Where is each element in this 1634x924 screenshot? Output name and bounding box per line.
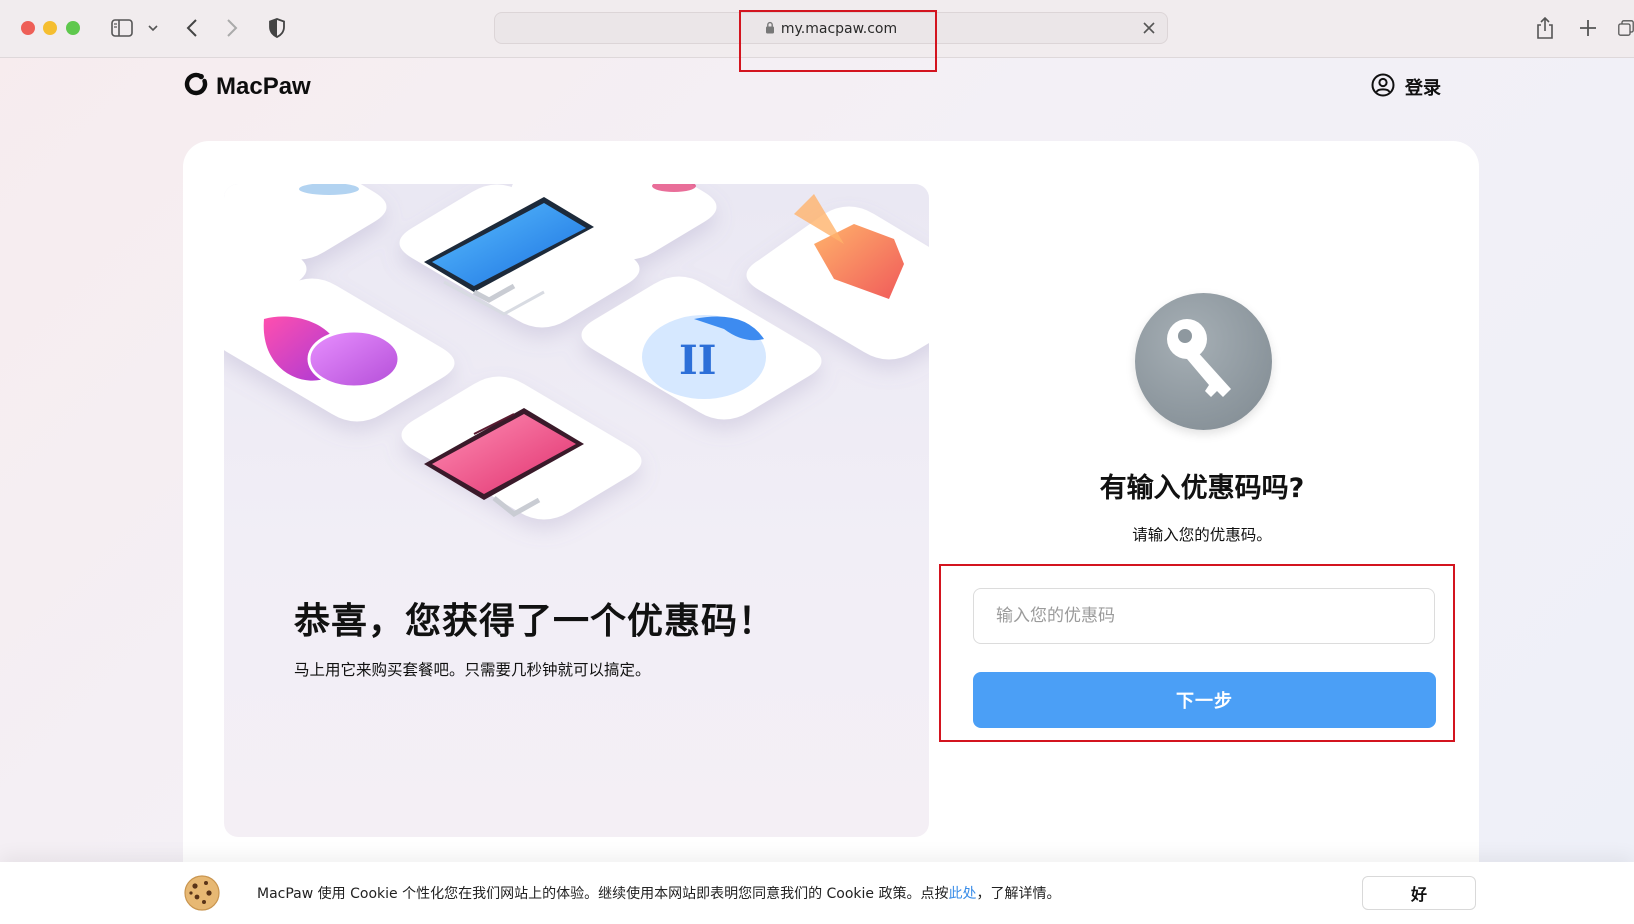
promo-subtitle: 马上用它来购买套餐吧。只需要几秒钟就可以搞定。 <box>294 661 651 679</box>
sidebar-icon[interactable] <box>110 16 134 40</box>
logo-text: MacPaw <box>216 73 311 100</box>
macpaw-logo-icon <box>184 72 208 103</box>
tabs-icon[interactable] <box>1618 16 1634 40</box>
app-icons-illustration: II <box>224 184 929 520</box>
svg-text:II: II <box>679 337 716 384</box>
forward-arrow-icon[interactable] <box>222 16 242 40</box>
promo-title: 恭喜，您获得了一个优惠码！ <box>294 601 776 642</box>
share-icon[interactable] <box>1534 16 1556 40</box>
cookie-learn-more-link[interactable]: 此处 <box>948 883 976 903</box>
cookie-icon <box>182 873 222 917</box>
cookie-ok-button[interactable]: 好 <box>1362 876 1476 910</box>
key-icon <box>1135 293 1272 430</box>
close-icon[interactable] <box>1141 20 1157 40</box>
minimize-window-button[interactable] <box>43 21 57 35</box>
cookie-text-after: ，了解详情。 <box>976 886 1061 902</box>
shield-icon[interactable] <box>267 16 287 40</box>
back-arrow-icon[interactable] <box>182 16 202 40</box>
plus-icon[interactable] <box>1578 16 1598 40</box>
zoom-window-button[interactable] <box>66 21 80 35</box>
url-highlight-box <box>739 10 937 72</box>
cookie-message: MacPaw 使用 Cookie 个性化您在我们网站上的体验。继续使用本网站即表… <box>257 862 1060 924</box>
coupon-subtitle: 请输入您的优惠码。 <box>1132 526 1272 544</box>
cookie-text-before: MacPaw 使用 Cookie 个性化您在我们网站上的体验。继续使用本网站即表… <box>257 886 949 902</box>
macpaw-logo[interactable]: MacPaw <box>184 72 311 102</box>
user-circle-icon <box>1371 73 1395 102</box>
cookie-banner: MacPaw 使用 Cookie 个性化您在我们网站上的体验。继续使用本网站即表… <box>0 862 1634 924</box>
form-highlight-box <box>939 564 1455 742</box>
login-link[interactable]: 登录 <box>1371 72 1441 102</box>
chevron-down-icon[interactable] <box>146 16 160 40</box>
close-window-button[interactable] <box>21 21 35 35</box>
promo-panel: II 恭喜，您获得了一个优惠码！ 马上用它来购买套餐吧。只需要几秒钟就可以搞定。 <box>224 184 929 837</box>
coupon-title: 有输入优惠码吗? <box>1099 473 1305 504</box>
login-label: 登录 <box>1405 78 1441 99</box>
